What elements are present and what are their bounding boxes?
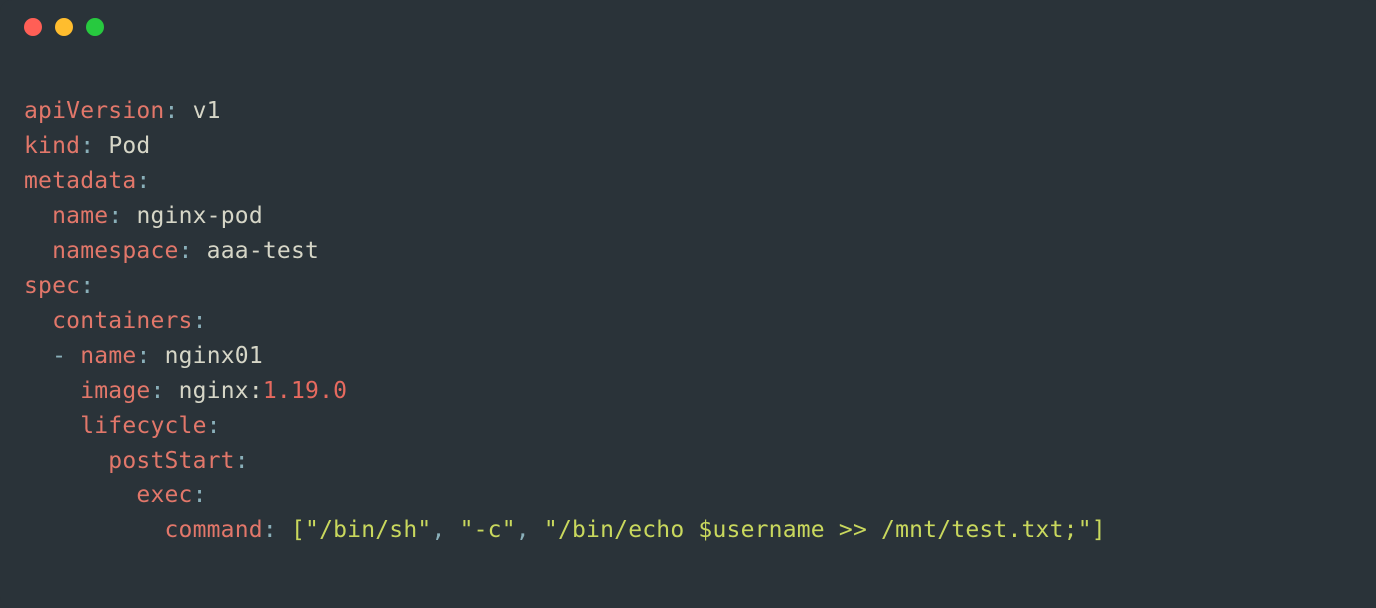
- colon: :: [80, 273, 94, 299]
- colon: :: [136, 168, 150, 194]
- yaml-key: spec: [24, 273, 80, 299]
- yaml-key: containers: [52, 308, 192, 334]
- titlebar: [0, 0, 1376, 54]
- yaml-value: nginx-pod: [136, 203, 262, 229]
- yaml-value: v1: [193, 98, 221, 124]
- colon: :: [193, 482, 207, 508]
- colon: :: [193, 308, 207, 334]
- colon: :: [235, 448, 249, 474]
- yaml-string: "/bin/sh": [305, 517, 431, 543]
- yaml-key: name: [52, 203, 108, 229]
- yaml-key: lifecycle: [80, 413, 206, 439]
- minimize-icon[interactable]: [55, 18, 73, 36]
- colon: :: [136, 343, 150, 369]
- bracket: ]: [1092, 517, 1106, 543]
- comma: ,: [516, 517, 530, 543]
- colon: :: [164, 98, 178, 124]
- yaml-value: aaa-test: [207, 238, 319, 264]
- yaml-key: kind: [24, 133, 80, 159]
- yaml-value: nginx01: [165, 343, 263, 369]
- yaml-number: 1.19.0: [263, 378, 347, 404]
- terminal-window: apiVersion: v1 kind: Pod metadata: name:…: [0, 0, 1376, 608]
- colon: :: [207, 413, 221, 439]
- yaml-key: name: [80, 343, 136, 369]
- yaml-dash: -: [52, 343, 66, 369]
- yaml-string: "/bin/echo $username >> /mnt/test.txt;": [544, 517, 1092, 543]
- colon: :: [263, 517, 277, 543]
- colon: :: [80, 133, 94, 159]
- colon: :: [108, 203, 122, 229]
- code-content: apiVersion: v1 kind: Pod metadata: name:…: [0, 54, 1376, 572]
- yaml-value: Pod: [108, 133, 150, 159]
- maximize-icon[interactable]: [86, 18, 104, 36]
- yaml-value: nginx:: [179, 378, 263, 404]
- yaml-key: postStart: [108, 448, 234, 474]
- comma: ,: [431, 517, 445, 543]
- yaml-key: namespace: [52, 238, 178, 264]
- yaml-key: command: [164, 517, 262, 543]
- yaml-key: image: [80, 378, 150, 404]
- bracket: [: [291, 517, 305, 543]
- colon: :: [179, 238, 193, 264]
- yaml-key: exec: [136, 482, 192, 508]
- close-icon[interactable]: [24, 18, 42, 36]
- yaml-key: apiVersion: [24, 98, 164, 124]
- colon: :: [150, 378, 164, 404]
- yaml-string: "-c": [460, 517, 516, 543]
- yaml-key: metadata: [24, 168, 136, 194]
